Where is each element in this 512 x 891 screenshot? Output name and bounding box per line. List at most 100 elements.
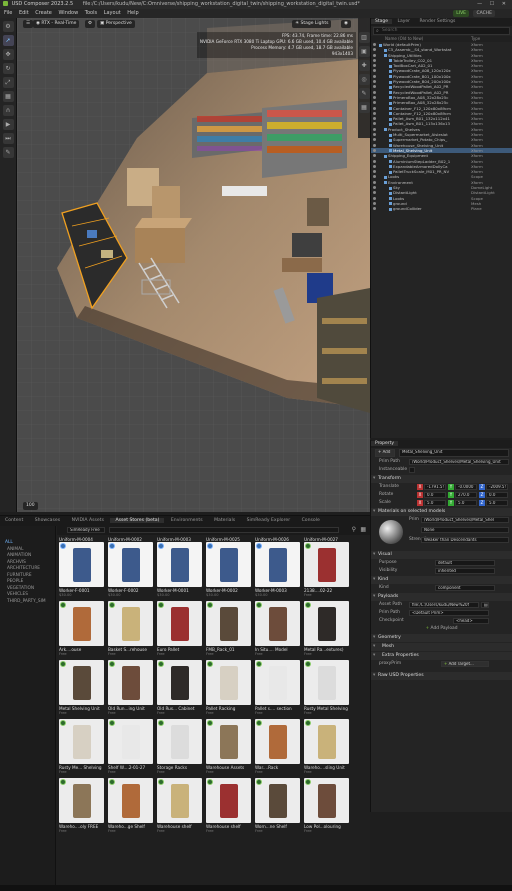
materials-section[interactable]: Materials on selected models (371, 508, 512, 516)
tab-materials[interactable]: Materials (209, 518, 240, 523)
transform-section[interactable]: Transform (371, 475, 512, 483)
material-select[interactable]: None (421, 527, 509, 533)
raw-usd-section[interactable]: Raw USD Properties (371, 672, 512, 680)
visibility-icon[interactable] (373, 127, 376, 131)
rotate-tool-icon[interactable]: ↻ (2, 63, 14, 74)
grid-view-icon[interactable]: ▦ (360, 526, 366, 533)
visibility-icon[interactable] (373, 164, 376, 168)
window-controls[interactable]: — ☐ ✕ (477, 0, 509, 9)
asset-tile[interactable]: Worker-M-0001 $30.00 (157, 542, 204, 597)
visibility-icon[interactable] (373, 90, 376, 94)
magnet-icon[interactable]: ∩ (2, 105, 14, 116)
add-button[interactable]: + Add (375, 449, 395, 457)
asset-tile[interactable]: Worker-F-0001 $30.00 (59, 542, 106, 597)
asset-tile[interactable]: Pallet Racking Free (206, 660, 253, 715)
visibility-select[interactable]: inherited (435, 568, 495, 574)
add-payload-button[interactable]: + Add Payload (371, 625, 512, 633)
prim-name-field[interactable]: Metal_Shelving_Unit (399, 449, 509, 457)
render-mode-dropdown[interactable]: ◉ RTX - Real-Time (33, 20, 80, 28)
move-tool-icon[interactable]: ✥ (2, 49, 14, 60)
scale-tool-icon[interactable]: ⤢ (2, 77, 14, 88)
tab-render-settings[interactable]: Render Settings (415, 19, 459, 24)
visibility-icon[interactable] (373, 74, 376, 78)
tab-layer[interactable]: Layer (393, 19, 414, 24)
asset-tile[interactable]: Worker-M-0002 $30.00 (206, 542, 253, 597)
snap-tool-icon[interactable]: ▦ (2, 91, 14, 102)
visibility-icon[interactable] (373, 58, 376, 62)
rotate-y[interactable]: 270.0 (455, 492, 477, 498)
store-select[interactable]: SimReady Free (67, 527, 105, 533)
menu-layout[interactable]: Layout (104, 10, 121, 16)
asset-tile[interactable]: Wareho....oly FREE Free (59, 778, 106, 833)
purpose-select[interactable]: default (435, 560, 495, 566)
checkpoint-select[interactable]: <head> (453, 618, 489, 624)
mesh-section[interactable]: Mesh (371, 643, 512, 651)
asset-tile[interactable]: Rusty Me... Shelving Free (59, 719, 106, 774)
brush-icon[interactable]: ✎ (358, 88, 370, 99)
stage-search-input[interactable]: ⌕ Search (373, 27, 510, 35)
visibility-icon[interactable] (373, 201, 376, 205)
asset-path-field[interactable]: file:/C:/Users/kudu/New%20f (409, 602, 479, 608)
asset-tile[interactable]: 2138....02-22 Free (304, 542, 351, 597)
menu-file[interactable]: File (4, 10, 12, 16)
asset-tile[interactable]: Wareho...ge Shelf Free (108, 778, 155, 833)
select-tool-icon[interactable]: ➚ (2, 35, 14, 46)
asset-tile[interactable]: Euro Pallet Free (157, 601, 204, 656)
menu-edit[interactable]: Edit (19, 10, 29, 16)
viewport-menu-icon[interactable]: ☰ (23, 20, 34, 28)
strength-select[interactable]: Weaker than Descendants (421, 537, 509, 543)
visibility-icon[interactable] (373, 53, 376, 57)
asset-tile[interactable]: War....Rack Free (255, 719, 302, 774)
translate-z[interactable]: -2009.5! (486, 484, 508, 490)
viewport[interactable]: ☰ ◉ RTX - Real-Time ⚙ ▣ Perspective ☀ St… (17, 18, 370, 512)
stage-tree-row[interactable]: groundCollider Plane (371, 206, 512, 211)
kind-section[interactable]: Kind (371, 576, 512, 584)
asset-tile[interactable]: Old Rus... Cabinet Free (157, 660, 204, 715)
grid-icon[interactable]: ▦ (358, 102, 370, 113)
visibility-icon[interactable] (373, 196, 376, 200)
menu-window[interactable]: Window (58, 10, 78, 16)
folder-icon[interactable]: ▤ (481, 602, 489, 608)
menu-help[interactable]: Help (127, 10, 138, 16)
scale-z[interactable]: 5.0 (486, 500, 508, 506)
camera-settings-icon[interactable]: ⚙ (85, 20, 96, 28)
tab-environments[interactable]: Environments (166, 518, 208, 523)
viewport-settings-icon[interactable]: ⚙ (2, 21, 14, 32)
asset-tile[interactable]: Storage Racks Free (157, 719, 204, 774)
tab-asset-stores[interactable]: Asset Stores (beta) (110, 518, 165, 523)
visibility-icon[interactable] (373, 148, 376, 152)
tab-stage[interactable]: Stage (371, 19, 393, 24)
asset-tile[interactable]: Warehouse shelf Free (206, 778, 253, 833)
scale-x[interactable]: 5.0 (424, 500, 446, 506)
payload-prim-path-field[interactable]: <Default Prim> (409, 610, 489, 616)
asset-tile[interactable]: Worker-M-0003 $30.00 (255, 542, 302, 597)
asset-tile[interactable]: Pallet s.... section Free (255, 660, 302, 715)
instanceable-checkbox[interactable] (409, 467, 415, 473)
extra-properties-section[interactable]: Extra Properties (371, 652, 512, 660)
geometry-section[interactable]: Geometry (371, 634, 512, 642)
asset-tile[interactable]: In Situ.... Model Free (255, 601, 302, 656)
cube-icon[interactable]: ▣ (358, 46, 370, 57)
asset-tile[interactable]: Low Pol...olouring Free (304, 778, 351, 833)
asset-tile[interactable]: FMB_Rack_01 Free (206, 601, 253, 656)
tab-nvidia-assets[interactable]: NVIDIA Assets (67, 518, 109, 523)
col-name-header[interactable]: Name (Old to New) (385, 36, 423, 41)
asset-tile[interactable]: Metal Shelving Unit Free (59, 660, 106, 715)
add-target-button[interactable]: + Add Target... (441, 661, 489, 667)
scene-icon[interactable]: ▥ (358, 32, 370, 43)
stage-lights-dropdown[interactable]: ☀ Stage Lights (292, 20, 332, 28)
visual-section[interactable]: Visual (371, 551, 512, 559)
camera-icon[interactable]: ◎ (358, 74, 370, 85)
transform-icon[interactable]: ✚ (358, 60, 370, 71)
filter-icon[interactable]: ⚲ (352, 526, 356, 533)
asset-tile[interactable]: Rusty Metal Shelving Free (304, 660, 351, 715)
visibility-eye-icon[interactable]: ◉ (341, 20, 351, 28)
asset-tile[interactable]: Basket S...rehouse Free (108, 601, 155, 656)
payloads-section[interactable]: Payloads (371, 593, 512, 601)
scene-render[interactable] (17, 18, 370, 512)
visibility-icon[interactable] (373, 111, 376, 115)
asset-tile[interactable]: Ark....ouse Free (59, 601, 106, 656)
tab-property[interactable]: Property (371, 441, 399, 446)
translate-x[interactable]: -1791.5! (424, 484, 446, 490)
asset-search-input[interactable] (109, 527, 339, 533)
